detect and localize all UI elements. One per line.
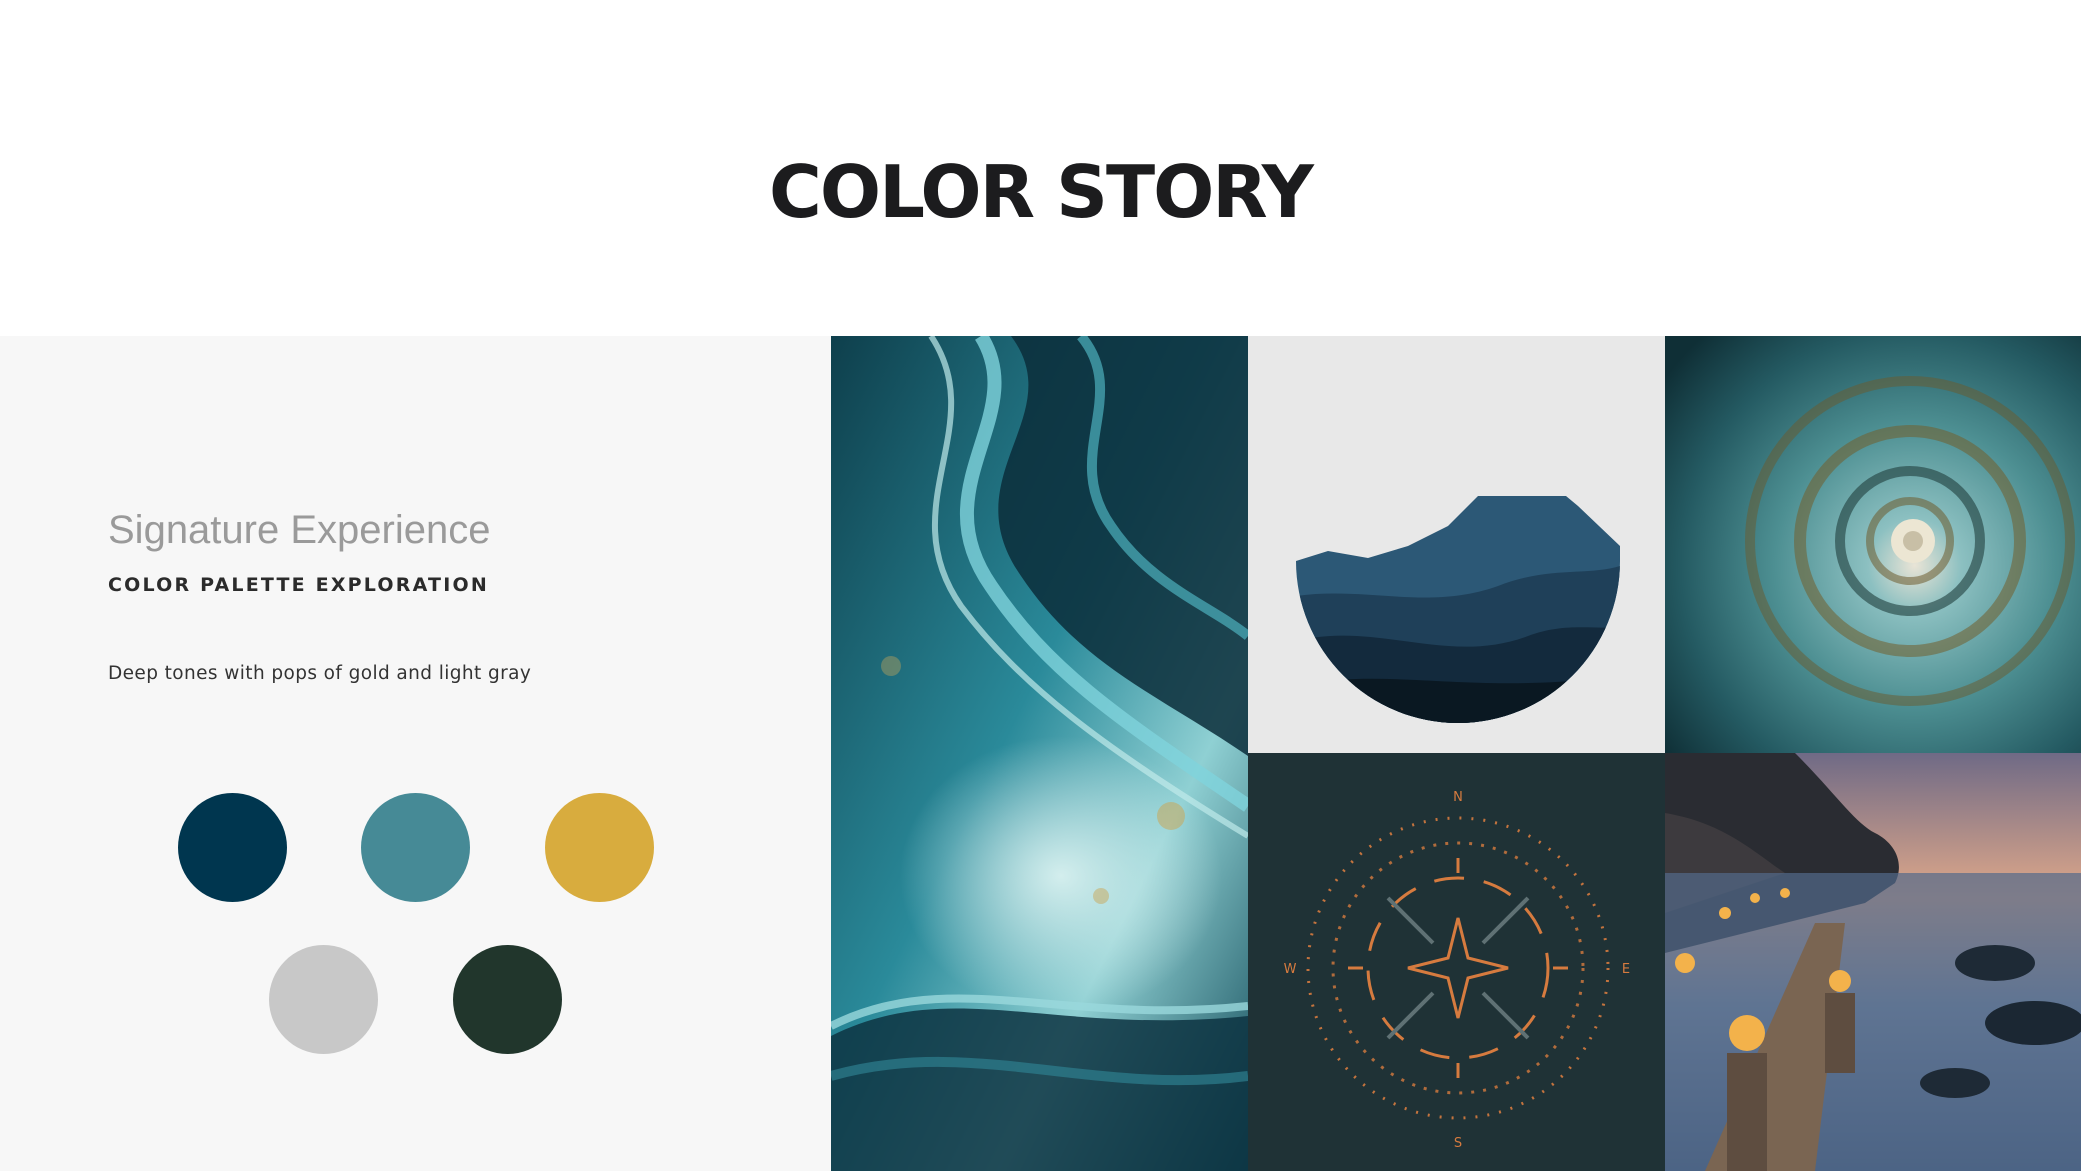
- palette-panel: Signature Experience COLOR PALETTE EXPLO…: [0, 336, 831, 1171]
- palette-kicker: COLOR PALETTE EXPLORATION: [108, 574, 489, 596]
- moodboard-grid: N S W E: [831, 336, 2081, 1171]
- mountain-moon-logo-image: [1248, 336, 1665, 753]
- compass-letter-n: N: [1453, 790, 1463, 805]
- lantern-pier-sunset-image: [1665, 753, 2081, 1171]
- color-story-slide: COLOR STORY Signature Experience COLOR P…: [0, 0, 2081, 1171]
- teal-marble-texture-image: [831, 336, 1248, 1171]
- compass-letter-s: S: [1454, 1136, 1462, 1151]
- swatch-teal: [361, 793, 470, 902]
- spiral-shell-image: [1665, 336, 2081, 753]
- compass-emblem-image: N S W E: [1248, 753, 1665, 1171]
- page-title: COLOR STORY: [769, 150, 1314, 234]
- swatch-light-gray: [269, 945, 378, 1054]
- compass-letter-w: W: [1284, 962, 1297, 977]
- header: COLOR STORY: [0, 0, 2081, 336]
- swatch-forest-green: [453, 945, 562, 1054]
- palette-subtitle: Signature Experience: [108, 508, 491, 552]
- compass-letter-e: E: [1622, 962, 1630, 977]
- swatch-gold: [545, 793, 654, 902]
- swatch-deep-navy: [178, 793, 287, 902]
- palette-description: Deep tones with pops of gold and light g…: [108, 663, 532, 684]
